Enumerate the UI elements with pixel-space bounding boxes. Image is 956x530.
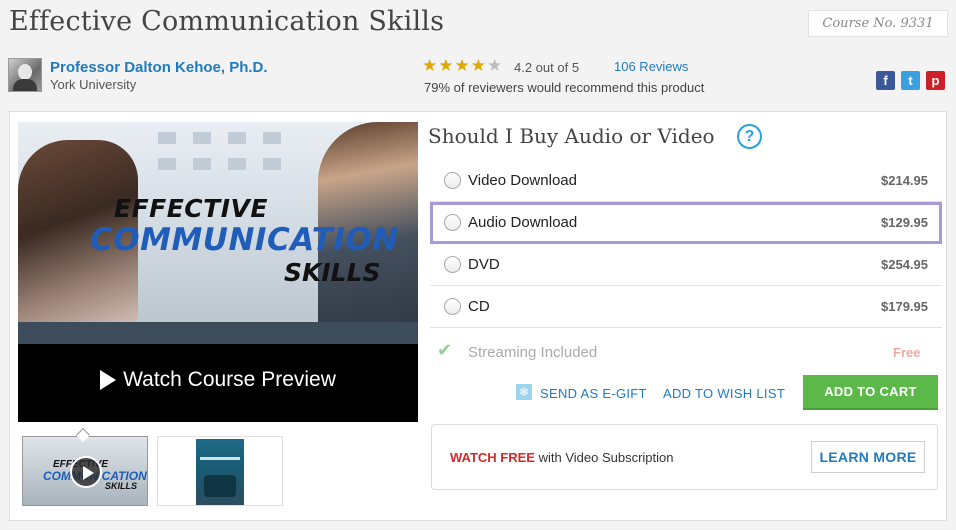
radio-button[interactable] — [444, 214, 461, 231]
add-to-wishlist-link[interactable]: ADD TO WISH LIST — [663, 386, 785, 401]
format-price: $129.95 — [881, 215, 928, 230]
checkmark-icon: ✔ — [437, 340, 453, 360]
format-label: Video Download — [468, 172, 577, 189]
pinterest-icon[interactable]: p — [926, 71, 945, 90]
course-cover-image — [196, 439, 244, 505]
star-icon: ★ — [470, 56, 487, 75]
watch-preview-button[interactable]: Watch Course Preview — [18, 358, 418, 402]
subscription-text: WATCH FREE with Video Subscription — [450, 450, 674, 465]
rating-text: 4.2 out of 5 — [514, 60, 580, 75]
professor-university: York University — [50, 77, 137, 92]
star-icon: ★ — [438, 56, 455, 75]
watch-preview-label: Watch Course Preview — [123, 368, 336, 391]
thumbnail-video[interactable]: EFFECTIVE COMMUNICATION SKILLS — [22, 436, 148, 506]
format-label: DVD — [468, 256, 500, 273]
recommend-text: 79% of reviewers would recommend this pr… — [424, 80, 705, 95]
professor-name-link[interactable]: Professor Dalton Kehoe, Ph.D. — [50, 59, 268, 76]
rating-stars: ★★★★★ — [422, 56, 503, 76]
play-circle-icon — [70, 456, 102, 488]
hero-title-line2: COMMUNICATION — [90, 222, 399, 258]
subscription-label: with Video Subscription — [534, 450, 674, 465]
format-label: Audio Download — [468, 214, 578, 231]
course-number: Course No. 9331 — [808, 10, 948, 37]
watch-free-label: WATCH FREE — [450, 450, 535, 465]
radio-button[interactable] — [444, 172, 461, 189]
format-option-cd[interactable]: CD $179.95 — [430, 286, 942, 328]
subscription-promo: WATCH FREE with Video Subscription LEARN… — [431, 424, 938, 490]
star-empty-icon: ★ — [487, 56, 504, 75]
format-price: $214.95 — [881, 173, 928, 188]
streaming-label: Streaming Included — [468, 344, 598, 361]
twitter-icon[interactable]: t — [901, 71, 920, 90]
learn-more-button[interactable]: LEARN MORE — [811, 441, 925, 473]
thumb-title-3: SKILLS — [105, 481, 138, 491]
reviews-link[interactable]: 106 Reviews — [614, 59, 688, 74]
professor-avatar[interactable] — [8, 58, 42, 92]
radio-button[interactable] — [444, 256, 461, 273]
star-icon: ★ — [454, 56, 471, 75]
send-egift-link[interactable]: SEND AS E-GIFT — [540, 386, 647, 401]
course-preview-video[interactable]: EFFECTIVE COMMUNICATION SKILLS Watch Cou… — [18, 122, 418, 422]
facebook-icon[interactable]: f — [876, 71, 895, 90]
page-title: Effective Communication Skills — [9, 6, 445, 37]
format-section-title: Should I Buy Audio or Video — [428, 124, 715, 148]
format-option-audio-download[interactable]: Audio Download $129.95 — [430, 202, 942, 244]
thumbnail-cover[interactable] — [157, 436, 283, 506]
add-to-cart-button[interactable]: ADD TO CART — [803, 375, 938, 410]
streaming-price: Free — [893, 345, 921, 360]
gift-icon[interactable]: ❄ — [516, 384, 532, 400]
radio-button[interactable] — [444, 298, 461, 315]
help-icon[interactable]: ? — [737, 124, 762, 149]
hero-title-line1: EFFECTIVE — [114, 194, 268, 223]
format-option-dvd[interactable]: DVD $254.95 — [430, 244, 942, 286]
format-option-video-download[interactable]: Video Download $214.95 — [430, 160, 942, 202]
hero-title-line3: SKILLS — [284, 258, 381, 287]
play-icon — [100, 370, 117, 390]
star-icon: ★ — [422, 56, 439, 75]
format-price: $179.95 — [881, 299, 928, 314]
format-price: $254.95 — [881, 257, 928, 272]
format-label: CD — [468, 298, 490, 315]
